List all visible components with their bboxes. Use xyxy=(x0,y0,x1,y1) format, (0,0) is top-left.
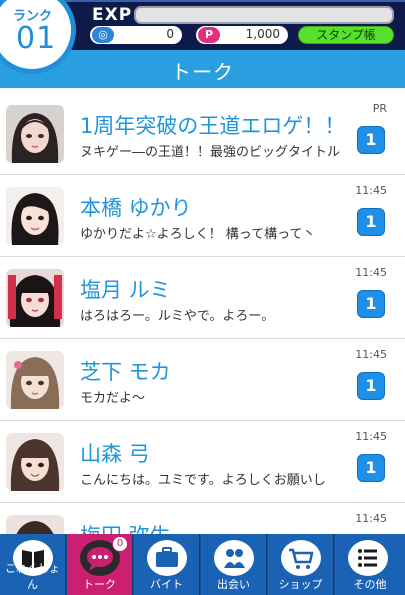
avatar xyxy=(6,269,64,327)
nav-label: これくしょん xyxy=(5,562,60,591)
unread-badge: 1 xyxy=(357,372,385,400)
chat-row[interactable]: 山森 弓 こんにちは。ユミです。よろしくお願いし 11:45 1 xyxy=(0,421,405,503)
nav-talk-badge: 0 xyxy=(112,536,128,552)
chat-list: 1周年突破の王道エロゲ！！ ヌキゲー―の王道！！最強のビッグタイトル PR 1 … xyxy=(0,88,405,534)
avatar xyxy=(6,433,64,491)
chat-preview: ヌキゲー―の王道！！最強のビッグタイトル xyxy=(80,145,341,160)
chat-time: 11:45 xyxy=(355,184,387,197)
avatar xyxy=(6,187,64,245)
chat-name: 塩月 ルミ xyxy=(80,278,171,302)
rank-value: 01 xyxy=(16,21,57,56)
point-icon: P xyxy=(198,27,220,43)
coin-icon: ◎ xyxy=(92,27,114,43)
avatar xyxy=(6,351,64,409)
coin-value: 0 xyxy=(166,27,174,41)
nav-talk[interactable]: 0 トーク xyxy=(67,534,133,595)
nav-label: 出会い xyxy=(217,578,250,591)
chat-preview: はろはろー。ルミやで。よろー。 xyxy=(80,309,275,324)
chat-preview: こんにちは。ユミです。よろしくお願いし xyxy=(80,473,326,488)
nav-shop[interactable]: ショップ xyxy=(268,534,334,595)
menu-icon xyxy=(348,540,388,576)
nav-other[interactable]: その他 xyxy=(335,534,405,595)
chat-row[interactable]: 芝下 モカ モカだよ～ 11:45 1 xyxy=(0,339,405,421)
avatar xyxy=(6,105,64,163)
chat-time: 11:45 xyxy=(355,512,387,525)
exp-progress-bar xyxy=(134,6,394,24)
encounter-icon xyxy=(214,540,254,576)
chat-row[interactable]: 梅田 弥生 11:45 xyxy=(0,503,405,534)
cart-icon xyxy=(281,540,321,576)
nav-encounter[interactable]: 出会い xyxy=(201,534,267,595)
nav-collection[interactable]: これくしょん xyxy=(0,534,66,595)
chat-row[interactable]: 本橋 ゆかり ゆかりだよ☆よろしく！ 構って構って丶 11:45 1 xyxy=(0,175,405,257)
chat-name: 芝下 モカ xyxy=(80,360,171,384)
chat-name: 1周年突破の王道エロゲ！！ xyxy=(80,114,346,138)
point-value: 1,000 xyxy=(245,27,280,41)
unread-badge: 1 xyxy=(357,454,385,482)
chat-row[interactable]: 塩月 ルミ はろはろー。ルミやで。よろー。 11:45 1 xyxy=(0,257,405,339)
chat-row[interactable]: 1周年突破の王道エロゲ！！ ヌキゲー―の王道！！最強のビッグタイトル PR 1 xyxy=(0,93,405,175)
chat-time: 11:45 xyxy=(355,266,387,279)
unread-badge: 1 xyxy=(357,208,385,236)
header: ランク 01 EXP ◎ 0 P 1,000 スタンプ帳 トーク xyxy=(0,0,405,88)
briefcase-icon xyxy=(147,540,187,576)
chat-time: 11:45 xyxy=(355,348,387,361)
unread-badge: 1 xyxy=(357,126,385,154)
nav-label: バイト xyxy=(150,578,183,591)
nav-label: トーク xyxy=(83,578,116,591)
chat-preview: モカだよ～ xyxy=(80,391,146,406)
chat-time: PR xyxy=(372,102,387,115)
avatar xyxy=(6,515,64,534)
unread-badge: 1 xyxy=(357,290,385,318)
exp-label: EXP xyxy=(92,5,133,25)
chat-name: 梅田 弥生 xyxy=(80,520,171,534)
stamp-book-button[interactable]: スタンプ帳 xyxy=(298,26,394,44)
chat-time: 11:45 xyxy=(355,430,387,443)
point-counter: P 1,000 xyxy=(196,26,288,44)
chat-name: 山森 弓 xyxy=(80,442,150,466)
coin-counter: ◎ 0 xyxy=(90,26,182,44)
nav-label: ショップ xyxy=(278,578,323,591)
chat-preview: ゆかりだよ☆よろしく！ 構って構って丶 xyxy=(80,227,316,242)
nav-part-time-job[interactable]: バイト xyxy=(134,534,200,595)
bottom-nav: これくしょん 0 トーク バイト 出会い ショップ その他 xyxy=(0,534,405,595)
nav-label: その他 xyxy=(353,578,387,591)
chat-name: 本橋 ゆかり xyxy=(80,196,192,220)
